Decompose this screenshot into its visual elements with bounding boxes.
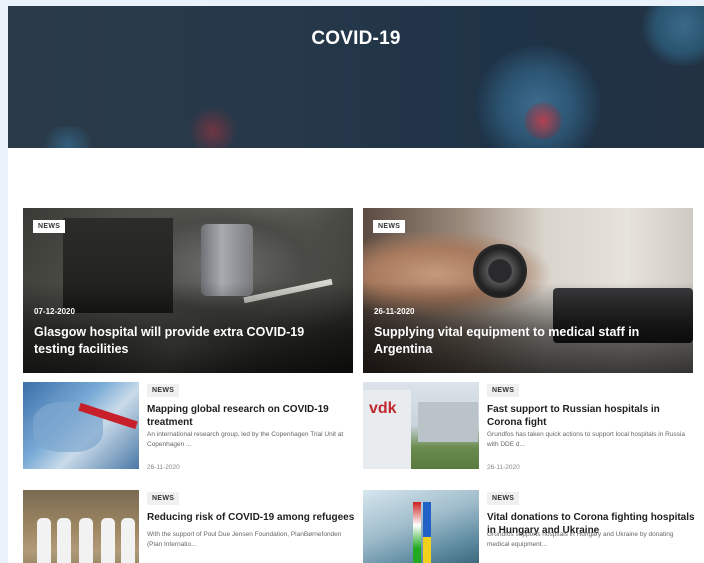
building-shape <box>418 402 478 442</box>
sign-text: vdk <box>369 400 397 417</box>
virus-graphic <box>523 101 563 141</box>
news-title[interactable]: Reducing risk of COVID-19 among refugees <box>147 511 357 524</box>
person-shape <box>101 518 115 563</box>
news-date: 26-11-2020 <box>147 464 180 471</box>
news-title[interactable]: Fast support to Russian hospitals in Cor… <box>487 403 697 429</box>
news-description: An international research group, led by … <box>147 431 344 448</box>
featured-title[interactable]: Glasgow hospital will provide extra COVI… <box>34 324 344 358</box>
hero-banner: COVID-19 <box>8 6 704 148</box>
news-tag: NEWS <box>373 220 406 233</box>
news-description: With the support of Poul Due Jensen Foun… <box>147 531 342 548</box>
person-shape <box>121 518 135 563</box>
flag-shape <box>413 502 421 563</box>
featured-card[interactable]: NEWS 26-11-2020 Supplying vital equipmen… <box>363 208 693 373</box>
news-description: Grundfos supports hospitals in Hungary a… <box>487 531 674 548</box>
news-list-item[interactable]: NEWS Reducing risk of COVID-19 among ref… <box>23 490 358 563</box>
news-title[interactable]: Mapping global research on COVID-19 trea… <box>147 403 357 429</box>
news-tag: NEWS <box>33 220 66 233</box>
page-title: COVID-19 <box>311 28 401 49</box>
news-tag: NEWS <box>147 492 180 505</box>
news-list-item[interactable]: NEWS Mapping global research on COVID-19… <box>23 382 358 474</box>
news-date: 26-11-2020 <box>487 464 520 471</box>
news-tag: NEWS <box>487 492 520 505</box>
virus-graphic <box>188 106 238 148</box>
news-thumbnail[interactable] <box>363 490 479 563</box>
person-shape <box>57 518 71 563</box>
featured-date: 07-12-2020 <box>34 307 75 316</box>
flag-shape <box>423 502 431 563</box>
news-thumbnail[interactable]: vdk <box>363 382 479 469</box>
page: COVID-19 NEWS 07-12-2020 Glasgow hospita… <box>8 6 704 563</box>
featured-date: 26-11-2020 <box>374 307 415 316</box>
news-description: Grundfos has taken quick actions to supp… <box>487 431 685 448</box>
news-thumbnail[interactable] <box>23 382 139 469</box>
news-tag: NEWS <box>487 384 520 397</box>
news-list-item[interactable]: NEWS Vital donations to Corona fighting … <box>363 490 698 563</box>
person-shape <box>37 518 51 563</box>
news-tag: NEWS <box>147 384 180 397</box>
news-list-item[interactable]: vdk NEWS Fast support to Russian hospita… <box>363 382 698 474</box>
virus-graphic <box>38 126 98 148</box>
person-shape <box>79 518 93 563</box>
news-thumbnail[interactable] <box>23 490 139 563</box>
featured-title[interactable]: Supplying vital equipment to medical sta… <box>374 324 684 358</box>
featured-card[interactable]: NEWS 07-12-2020 Glasgow hospital will pr… <box>23 208 353 373</box>
